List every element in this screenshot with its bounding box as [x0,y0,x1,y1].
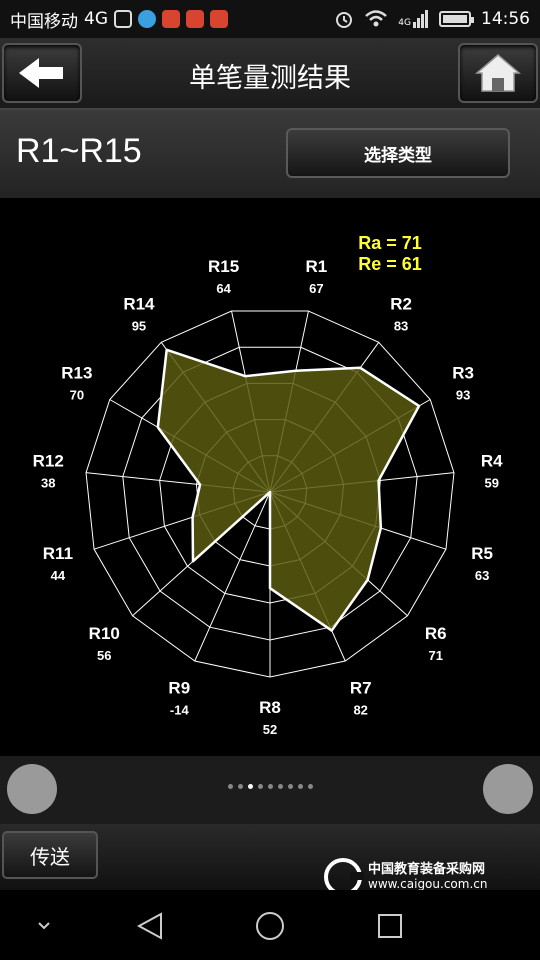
status-bar: 中国移动 4G 4G 14:56 [0,0,540,38]
clock: 14:56 [481,9,530,29]
axis-value-label: 38 [41,476,55,491]
select-type-button[interactable]: 选择类型 [286,128,510,178]
radar-chart: R1 67 R2 83 R3 93 R4 59 R5 63 R6 71 R7 82 R8 52 R9 -14 R10… [33,233,504,737]
axis-value-label: 56 [97,648,111,663]
page-dot [257,784,263,789]
axis-label: R10 [89,624,120,643]
send-button[interactable]: 传送 [2,831,98,879]
system-nav-bar [0,890,540,960]
carrier-label: 中国移动 [10,11,78,32]
axis-value-label: 64 [216,281,231,296]
axis-value-label: 95 [132,319,146,334]
axis-label: R1 [305,257,327,276]
axis-value-label: 59 [485,476,499,491]
pager-bar [0,756,540,824]
axis-label: R4 [481,452,503,471]
app-notification-icon [210,10,228,28]
axis-label: R15 [208,257,239,276]
nav-recents-button[interactable] [372,908,408,944]
range-bar: R1~R15 选择类型 [0,110,540,198]
axis-label: R11 [43,544,73,563]
page-indicator [0,784,540,789]
next-page-button[interactable] [483,764,533,814]
axis-label: R3 [452,364,474,383]
re-summary: Re = 61 [358,254,422,274]
axis-value-label: 52 [263,722,277,737]
browser-icon [138,10,156,28]
page-dot [237,784,243,789]
nav-back-button[interactable] [132,908,168,944]
axis-label: R6 [425,624,447,643]
axis-value-label: 67 [309,281,323,296]
hide-keyboard-button[interactable] [26,908,62,944]
axis-label: R7 [350,679,372,698]
axis-label: R9 [168,679,190,698]
axis-value-label: 83 [394,319,408,334]
axis-label: R13 [61,364,92,383]
page-dot [277,784,283,789]
nav-home-button[interactable] [252,908,288,944]
page-dot [307,784,313,789]
axis-value-label: 82 [353,703,367,718]
axis-label: R8 [259,698,281,717]
back-icon [136,912,162,940]
app-notification-icon [162,10,180,28]
page-dot [297,784,303,789]
axis-value-label: 70 [70,388,84,403]
chevron-down-icon [38,922,50,930]
axis-label: R2 [390,295,412,314]
home-circle-icon [256,912,284,940]
app-notification-icon [186,10,204,28]
range-label: R1~R15 [16,132,142,170]
alarm-icon [336,12,353,28]
page-dot [287,784,293,789]
axis-value-label: 44 [51,568,66,583]
radar-chart-area: R1 67 R2 83 R3 93 R4 59 R5 63 R6 71 R7 82 R8 52 R9 -14 R10… [0,198,540,756]
ra-summary: Ra = 71 [358,233,422,253]
signal-icon [413,10,428,28]
gallery-icon [114,10,132,28]
home-button[interactable] [458,43,538,103]
page-dot [247,784,253,789]
signal-network-label: 4G [398,18,411,28]
title-bar: 单笔量测结果 [0,38,540,110]
network-label: 4G [84,9,108,29]
home-icon [474,54,522,92]
recents-icon [378,914,402,938]
axis-label: R12 [33,452,64,471]
footer-bar: 传送 中国教育装备采购网 www.caigou.com.cn [0,824,540,896]
axis-value-label: 71 [428,648,442,663]
previous-page-button[interactable] [7,764,57,814]
axis-value-label: 93 [456,388,470,403]
watermark-title: 中国教育装备采购网 [368,862,486,877]
axis-value-label: 63 [475,568,489,583]
page-dot [267,784,273,789]
battery-icon [439,11,474,27]
axis-label: R14 [123,295,155,314]
axis-value-label: -14 [170,703,190,718]
wifi-icon [365,10,388,27]
axis-label: R5 [471,544,493,563]
page-dot [227,784,233,789]
